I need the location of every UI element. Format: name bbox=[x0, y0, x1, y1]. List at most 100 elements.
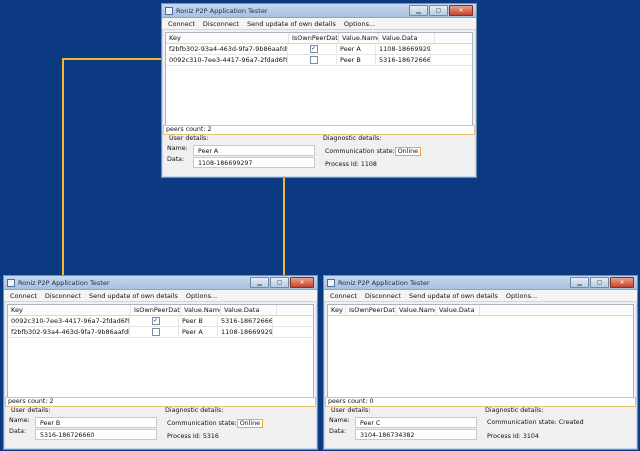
column-header-isownpeerdata[interactable]: IsOwnPeerData bbox=[289, 33, 339, 43]
menu-connect[interactable]: Connect bbox=[165, 20, 200, 28]
communication-state-value: Online bbox=[236, 419, 264, 428]
cell-key: 0092c310-7ee3-4417-96a7-2fdad6f98431 bbox=[8, 316, 130, 326]
table-row[interactable]: f2bfb302-93a4-463d-9fa7-9b86aafdbf0d Pee… bbox=[8, 327, 313, 338]
maximize-icon[interactable]: ▢ bbox=[429, 5, 448, 16]
column-header-value-data[interactable]: Value.Data bbox=[379, 33, 435, 43]
window-title: Roniz P2P Application Tester bbox=[176, 6, 268, 15]
title-bar[interactable]: Roniz P2P Application Tester ▁ ▢ ✕ bbox=[162, 4, 476, 18]
menu-options[interactable]: Options... bbox=[503, 292, 542, 300]
window-title: Roniz P2P Application Tester bbox=[338, 278, 430, 287]
process-id: Process Id: 5316 bbox=[167, 433, 219, 440]
cell-key: f2bfb302-93a4-463d-9fa7-9b86aafdbf0d bbox=[166, 44, 288, 54]
connector-line bbox=[62, 58, 168, 60]
cell-key: f2bfb302-93a4-463d-9fa7-9b86aafdbf0d bbox=[8, 327, 130, 337]
menu-connect[interactable]: Connect bbox=[7, 292, 42, 300]
column-header-value-data[interactable]: Value.Data bbox=[221, 305, 277, 315]
app-window-left: Roniz P2P Application Tester ▁ ▢ ✕ Conne… bbox=[3, 275, 318, 450]
user-details-label: User details: bbox=[331, 407, 371, 414]
checkbox-checked-icon[interactable]: ✓ bbox=[309, 45, 318, 53]
cell-value-data: 1108-186699297 bbox=[218, 327, 273, 337]
column-header-key[interactable]: Key bbox=[328, 305, 346, 315]
column-header-value-data[interactable]: Value.Data bbox=[436, 305, 480, 315]
column-header-isownpeerdata[interactable]: IsOwnPeerData bbox=[131, 305, 181, 315]
data-label: Data: bbox=[329, 428, 347, 435]
window-title: Roniz P2P Application Tester bbox=[18, 278, 110, 287]
column-header-value-name[interactable]: Value.Name bbox=[339, 33, 379, 43]
close-icon[interactable]: ✕ bbox=[610, 277, 634, 288]
peer-data-grid[interactable]: Key IsOwnPeerData Value.Name Value.Data … bbox=[7, 304, 314, 398]
close-icon[interactable]: ✕ bbox=[449, 5, 473, 16]
cell-value-data: 1108-186699297 bbox=[376, 44, 431, 54]
communication-state-value: Created bbox=[558, 419, 584, 426]
column-header-key[interactable]: Key bbox=[166, 33, 289, 43]
communication-state-caption: Communication state: bbox=[487, 419, 557, 426]
menu-send-update[interactable]: Send update of own details bbox=[406, 292, 503, 300]
diagnostic-details-label: Diagnostic details: bbox=[323, 135, 382, 142]
menu-options[interactable]: Options... bbox=[341, 20, 380, 28]
checkbox-checked-icon[interactable]: ✓ bbox=[151, 317, 160, 325]
menu-bar: Connect Disconnect Send update of own de… bbox=[162, 18, 476, 30]
cell-isownpeerdata bbox=[288, 55, 337, 65]
name-label: Name: bbox=[9, 417, 30, 424]
communication-state-label: Communication state: Created bbox=[487, 419, 584, 426]
menu-send-update[interactable]: Send update of own details bbox=[86, 292, 183, 300]
cell-value-data: 5316-186726660 bbox=[376, 55, 431, 65]
menu-disconnect[interactable]: Disconnect bbox=[42, 292, 86, 300]
table-row[interactable]: 0092c310-7ee3-4417-96a7-2fdad6f98431 Pee… bbox=[166, 55, 472, 66]
maximize-icon[interactable]: ▢ bbox=[270, 277, 289, 288]
cell-isownpeerdata: ✓ bbox=[288, 44, 337, 54]
close-icon[interactable]: ✕ bbox=[290, 277, 314, 288]
peers-count: peers count: 2 bbox=[5, 397, 316, 407]
user-details-label: User details: bbox=[169, 135, 209, 142]
menu-disconnect[interactable]: Disconnect bbox=[200, 20, 244, 28]
user-data-field[interactable]: 5316-186726660 bbox=[35, 429, 157, 440]
menu-disconnect[interactable]: Disconnect bbox=[362, 292, 406, 300]
peer-data-grid[interactable]: Key IsOwnPeerData Value.Name Value.Data bbox=[327, 304, 634, 398]
communication-state-label: Communication state: Online bbox=[325, 147, 422, 156]
user-name-field[interactable]: Peer C bbox=[355, 417, 477, 428]
grid-header: Key IsOwnPeerData Value.Name Value.Data bbox=[328, 305, 633, 316]
cell-value-name: Peer B bbox=[337, 55, 376, 65]
menu-bar: Connect Disconnect Send update of own de… bbox=[4, 290, 317, 302]
menu-connect[interactable]: Connect bbox=[327, 292, 362, 300]
diagnostic-details-label: Diagnostic details: bbox=[485, 407, 544, 414]
table-row[interactable]: 0092c310-7ee3-4417-96a7-2fdad6f98431 ✓ P… bbox=[8, 316, 313, 327]
data-label: Data: bbox=[9, 428, 27, 435]
cell-value-name: Peer A bbox=[337, 44, 376, 54]
maximize-icon[interactable]: ▢ bbox=[590, 277, 609, 288]
column-header-value-name[interactable]: Value.Name bbox=[181, 305, 221, 315]
menu-options[interactable]: Options... bbox=[183, 292, 222, 300]
table-row[interactable]: f2bfb302-93a4-463d-9fa7-9b86aafdbf0d ✓ P… bbox=[166, 44, 472, 55]
peers-count: peers count: 2 bbox=[163, 125, 475, 135]
user-name-field[interactable]: Peer B bbox=[35, 417, 157, 428]
communication-state-caption: Communication state: bbox=[325, 148, 395, 155]
process-id: Process Id: 3104 bbox=[487, 433, 539, 440]
cell-value-name: Peer B bbox=[179, 316, 218, 326]
connector-line bbox=[62, 58, 64, 279]
column-header-key[interactable]: Key bbox=[8, 305, 131, 315]
app-window-top: Roniz P2P Application Tester ▁ ▢ ✕ Conne… bbox=[161, 3, 477, 178]
cell-key: 0092c310-7ee3-4417-96a7-2fdad6f98431 bbox=[166, 55, 288, 65]
menu-send-update[interactable]: Send update of own details bbox=[244, 20, 341, 28]
menu-bar: Connect Disconnect Send update of own de… bbox=[324, 290, 637, 302]
minimize-icon[interactable]: ▁ bbox=[570, 277, 589, 288]
communication-state-caption: Communication state: bbox=[167, 420, 237, 427]
checkbox-unchecked-icon[interactable] bbox=[151, 328, 160, 336]
title-bar[interactable]: Roniz P2P Application Tester ▁ ▢ ✕ bbox=[324, 276, 637, 290]
cell-value-name: Peer A bbox=[179, 327, 218, 337]
minimize-icon[interactable]: ▁ bbox=[250, 277, 269, 288]
checkbox-unchecked-icon[interactable] bbox=[309, 56, 318, 64]
user-data-field[interactable]: 3104-186734382 bbox=[355, 429, 477, 440]
app-icon bbox=[327, 278, 335, 287]
minimize-icon[interactable]: ▁ bbox=[409, 5, 428, 16]
user-name-field[interactable]: Peer A bbox=[193, 145, 315, 156]
data-label: Data: bbox=[167, 156, 185, 163]
communication-state-value: Online bbox=[394, 147, 422, 156]
user-data-field[interactable]: 1108-186699297 bbox=[193, 157, 315, 168]
title-bar[interactable]: Roniz P2P Application Tester ▁ ▢ ✕ bbox=[4, 276, 317, 290]
column-header-isownpeerdata[interactable]: IsOwnPeerData bbox=[346, 305, 396, 315]
cell-isownpeerdata: ✓ bbox=[130, 316, 179, 326]
peer-data-grid[interactable]: Key IsOwnPeerData Value.Name Value.Data … bbox=[165, 32, 473, 126]
app-window-right: Roniz P2P Application Tester ▁ ▢ ✕ Conne… bbox=[323, 275, 638, 450]
column-header-value-name[interactable]: Value.Name bbox=[396, 305, 436, 315]
